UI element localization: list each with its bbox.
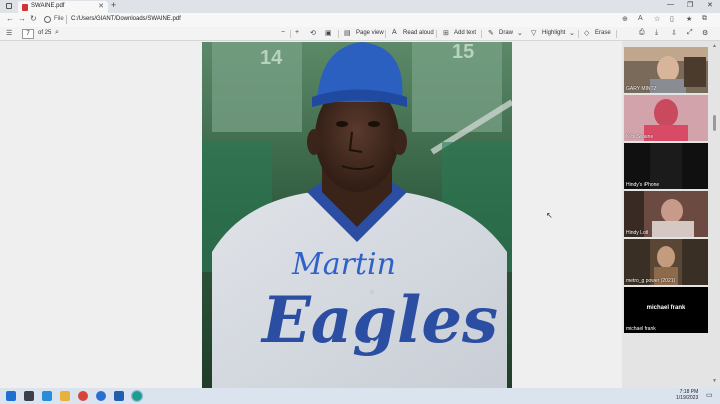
find-icon[interactable]: ⌕: [55, 29, 59, 37]
minimize-icon[interactable]: —: [667, 1, 674, 8]
clock-date: 1/19/2023: [676, 395, 699, 401]
back-icon[interactable]: ←: [6, 14, 14, 23]
tab-title: SWAINE.pdf: [31, 3, 65, 9]
participant-tile[interactable]: metro_g power (2021): [624, 239, 708, 285]
zoom-in-icon[interactable]: +: [295, 29, 299, 36]
read-aloud-icon[interactable]: A: [392, 29, 397, 36]
participant-tile[interactable]: michael frank michael frank: [624, 287, 708, 333]
save-as-icon[interactable]: ⇩: [671, 29, 677, 37]
edge-icon[interactable]: [131, 390, 143, 402]
split-screen-icon[interactable]: ▯: [670, 15, 674, 23]
address-bar: ← → ↻ File C:/Users/GIANT/Downloads/SWAI…: [0, 13, 720, 27]
participant-placeholder-name: michael frank: [646, 305, 686, 311]
participant-name: Hindy Lotl: [626, 230, 649, 236]
chrome-icon[interactable]: [78, 391, 88, 401]
page-view-icon[interactable]: ▤: [344, 29, 351, 37]
read-mode-icon[interactable]: A: [638, 15, 643, 22]
participant-tile[interactable]: Hindy's iPhone: [624, 143, 708, 189]
autograph-signature: Martin: [291, 247, 396, 282]
notifications-icon[interactable]: ▭: [706, 391, 713, 399]
toolbar-divider: [578, 30, 579, 38]
page-view-button[interactable]: Page view: [356, 30, 384, 36]
zoom-icon[interactable]: ⊕: [622, 15, 628, 23]
draw-icon[interactable]: ✎: [488, 29, 494, 37]
address-scheme-label: File: [54, 16, 64, 22]
print-icon[interactable]: ⎙: [639, 29, 645, 37]
panel-scrollbar[interactable]: ▲ ▼: [712, 43, 718, 386]
browser-tab-bar: SWAINE.pdf ✕ + — ❐ ✕: [0, 0, 720, 13]
app-icon[interactable]: [114, 391, 124, 401]
read-aloud-button[interactable]: Read aloud: [403, 30, 434, 36]
new-tab-button[interactable]: +: [111, 0, 116, 10]
participant-tile[interactable]: Kick Swaine: [624, 95, 708, 141]
contents-menu-icon[interactable]: ☰: [6, 29, 12, 37]
toolbar-divider: [338, 30, 339, 38]
scroll-up-icon[interactable]: ▲: [712, 43, 717, 49]
scroll-down-icon[interactable]: ▼: [712, 378, 717, 384]
participant-name: Hindy's iPhone: [626, 182, 660, 188]
draw-button[interactable]: Draw: [499, 30, 513, 36]
jersey-lettering: Eagles: [260, 283, 498, 358]
pdf-page[interactable]: 14 15 Eagles Martin: [202, 42, 512, 388]
page-number-input[interactable]: 7: [22, 29, 34, 39]
tab-close-icon[interactable]: ✕: [98, 2, 104, 10]
windows-start-icon[interactable]: [6, 391, 16, 401]
participant-name: metro_g power (2021): [626, 278, 676, 284]
background-number-left: 14: [260, 47, 283, 69]
file-explorer-icon[interactable]: [60, 391, 70, 401]
favorite-star-icon[interactable]: ☆: [654, 15, 660, 23]
toolbar-divider: [436, 30, 437, 38]
highlight-icon[interactable]: ▽: [531, 29, 536, 37]
forward-icon[interactable]: →: [18, 14, 26, 23]
info-icon[interactable]: [44, 16, 51, 23]
settings-gear-icon[interactable]: ⚙: [702, 29, 708, 37]
background-number-right: 15: [452, 42, 474, 63]
refresh-icon[interactable]: ↻: [30, 14, 37, 23]
close-window-icon[interactable]: ✕: [707, 1, 713, 9]
favorites-icon[interactable]: ★: [686, 15, 692, 23]
draw-chevron-down-icon[interactable]: ⌄: [517, 29, 523, 37]
rotate-icon[interactable]: ⟲: [310, 29, 316, 37]
erase-icon[interactable]: ◇: [584, 29, 589, 37]
task-view-icon[interactable]: [42, 391, 52, 401]
zoom-out-icon[interactable]: −: [281, 29, 285, 36]
participant-tile[interactable]: Hindy Lotl: [624, 191, 708, 237]
address-input[interactable]: C:/Users/GIANT/Downloads/SWAINE.pdf: [71, 16, 181, 22]
zoom-app-icon[interactable]: [96, 391, 106, 401]
page-total-label: of 25: [38, 30, 52, 36]
maximize-icon[interactable]: ❐: [687, 1, 693, 9]
baseball-player-photo: 14 15 Eagles Martin: [202, 42, 512, 388]
toolbar-divider: [385, 30, 386, 38]
mouse-cursor-icon: ↖: [546, 211, 553, 220]
participant-name: Kick Swaine: [626, 134, 654, 140]
participant-name: michael frank: [626, 326, 656, 332]
system-clock[interactable]: 7:18 PM 1/19/2023: [676, 389, 698, 401]
add-text-button[interactable]: Add text: [454, 30, 476, 36]
toolbar-divider: [481, 30, 482, 38]
highlight-button[interactable]: Highlight: [542, 30, 565, 36]
toolbar-divider: [616, 30, 617, 38]
video-call-panel: GARY MINTZ Kick Swaine Hindy's iPhone Hi…: [622, 41, 720, 388]
scrollbar-thumb[interactable]: [713, 115, 716, 131]
tab-swaine-pdf[interactable]: SWAINE.pdf ✕: [18, 1, 108, 13]
tab-actions-icon[interactable]: [6, 3, 12, 9]
fit-page-icon[interactable]: ▣: [325, 29, 332, 37]
expand-icon[interactable]: ⤢: [687, 29, 693, 37]
pdf-toolbar: ☰ 7 of 25 ⌕ − + ⟲ ▣ ▤ Page view A Read a…: [0, 27, 720, 41]
participant-tile[interactable]: GARY MINTZ: [624, 47, 708, 93]
address-divider: [66, 15, 67, 24]
save-icon[interactable]: ⤓: [655, 29, 658, 37]
toolbar-divider: [290, 30, 291, 38]
windows-taskbar: 7:18 PM 1/19/2023 ▭: [0, 388, 720, 404]
search-icon[interactable]: [24, 391, 34, 401]
pdf-file-icon: [22, 4, 28, 11]
add-text-icon[interactable]: ⊞: [443, 29, 449, 37]
highlight-chevron-down-icon[interactable]: ⌄: [569, 29, 575, 37]
participant-name: GARY MINTZ: [626, 86, 657, 92]
collections-icon[interactable]: ⧉: [702, 15, 707, 23]
erase-button[interactable]: Erase: [595, 30, 611, 36]
